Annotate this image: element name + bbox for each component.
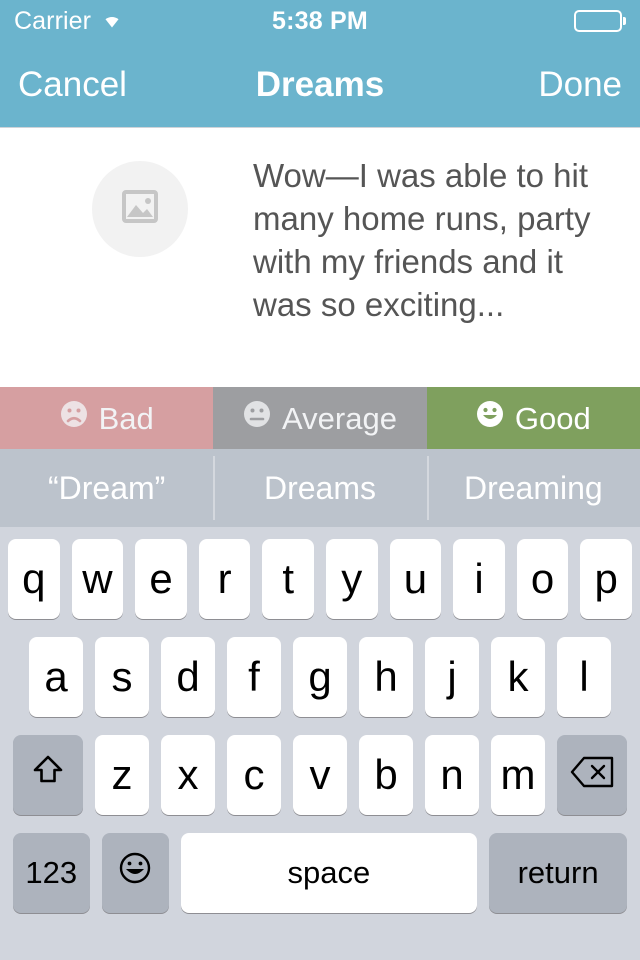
carrier-label: Carrier [14,6,92,35]
shift-arrow-icon [28,750,68,800]
key-n[interactable]: n [425,735,479,815]
backspace-key[interactable] [557,735,627,815]
key-h[interactable]: h [359,637,413,717]
key-u[interactable]: u [389,539,442,619]
key-e[interactable]: e [135,539,187,619]
shift-key[interactable] [13,735,83,815]
rating-label-average: Average [282,400,397,436]
suggestion-item-1[interactable]: “Dream” [0,449,213,527]
status-bar: Carrier 5:38 PM [0,0,640,42]
smiley-face-icon [115,848,155,898]
photo-placeholder-icon [122,190,158,228]
key-d[interactable]: d [161,637,215,717]
key-j[interactable]: j [425,637,479,717]
space-key[interactable]: space [180,833,478,913]
key-o[interactable]: o [516,539,569,619]
key-w[interactable]: w [71,539,124,619]
navigation-bar: Cancel Dreams Done [0,42,640,128]
frowning-face-icon [60,400,88,436]
key-r[interactable]: r [198,539,251,619]
return-key[interactable]: return [489,833,627,913]
key-z[interactable]: z [95,735,149,815]
rating-option-good[interactable]: Good [426,387,640,449]
avatar[interactable] [92,161,188,257]
battery-full-icon [574,10,626,32]
key-g[interactable]: g [293,637,347,717]
key-x[interactable]: x [161,735,215,815]
key-m[interactable]: m [491,735,545,815]
rating-label-bad: Bad [98,400,154,436]
key-q[interactable]: q [8,539,60,619]
numeric-key[interactable]: 123 [13,833,90,913]
key-c[interactable]: c [227,735,281,815]
app-screen: Carrier 5:38 PM Cancel Dreams Done Wow—I… [0,0,640,960]
key-k[interactable]: k [491,637,545,717]
autocorrect-suggestion-bar: “Dream” Dreams Dreaming [0,449,640,527]
keyboard-row-3-letters: z x c v b n m [89,735,551,815]
suggestion-item-3[interactable]: Dreaming [426,449,640,527]
backspace-delete-icon [569,751,615,799]
done-button[interactable]: Done [538,67,622,102]
entry-content-area: Wow—I was able to hit many home runs, pa… [0,128,640,387]
key-p[interactable]: p [580,539,632,619]
key-b[interactable]: b [359,735,413,815]
key-s[interactable]: s [95,637,149,717]
rating-option-average[interactable]: Average [213,387,427,449]
rating-option-bad[interactable]: Bad [0,387,214,449]
key-i[interactable]: i [453,539,505,619]
rating-bar: Bad Average Good [0,387,640,449]
key-v[interactable]: v [293,735,347,815]
key-y[interactable]: y [326,539,378,619]
suggestion-item-2[interactable]: Dreams [213,449,426,527]
keyboard-row-4: 123 space return [0,833,640,913]
key-a[interactable]: a [29,637,83,717]
status-bar-left: Carrier [14,7,125,36]
entry-text[interactable]: Wow—I was able to hit many home runs, pa… [253,148,610,387]
smiling-face-icon [476,400,504,436]
on-screen-keyboard: q w e r t y u i o p a s d f g h j k l z … [0,527,640,942]
key-f[interactable]: f [227,637,281,717]
rating-label-good: Good [514,400,591,436]
key-l[interactable]: l [557,637,611,717]
wifi-icon [99,7,125,36]
keyboard-row-2: a s d f g h j k l [0,637,640,717]
key-t[interactable]: t [262,539,314,619]
status-bar-right [574,10,626,32]
emoji-key[interactable] [101,833,169,913]
cancel-button[interactable]: Cancel [18,67,127,102]
keyboard-row-3: z x c v b n m [0,735,640,815]
neutral-face-icon [243,400,271,436]
keyboard-row-1: q w e r t y u i o p [0,539,640,619]
